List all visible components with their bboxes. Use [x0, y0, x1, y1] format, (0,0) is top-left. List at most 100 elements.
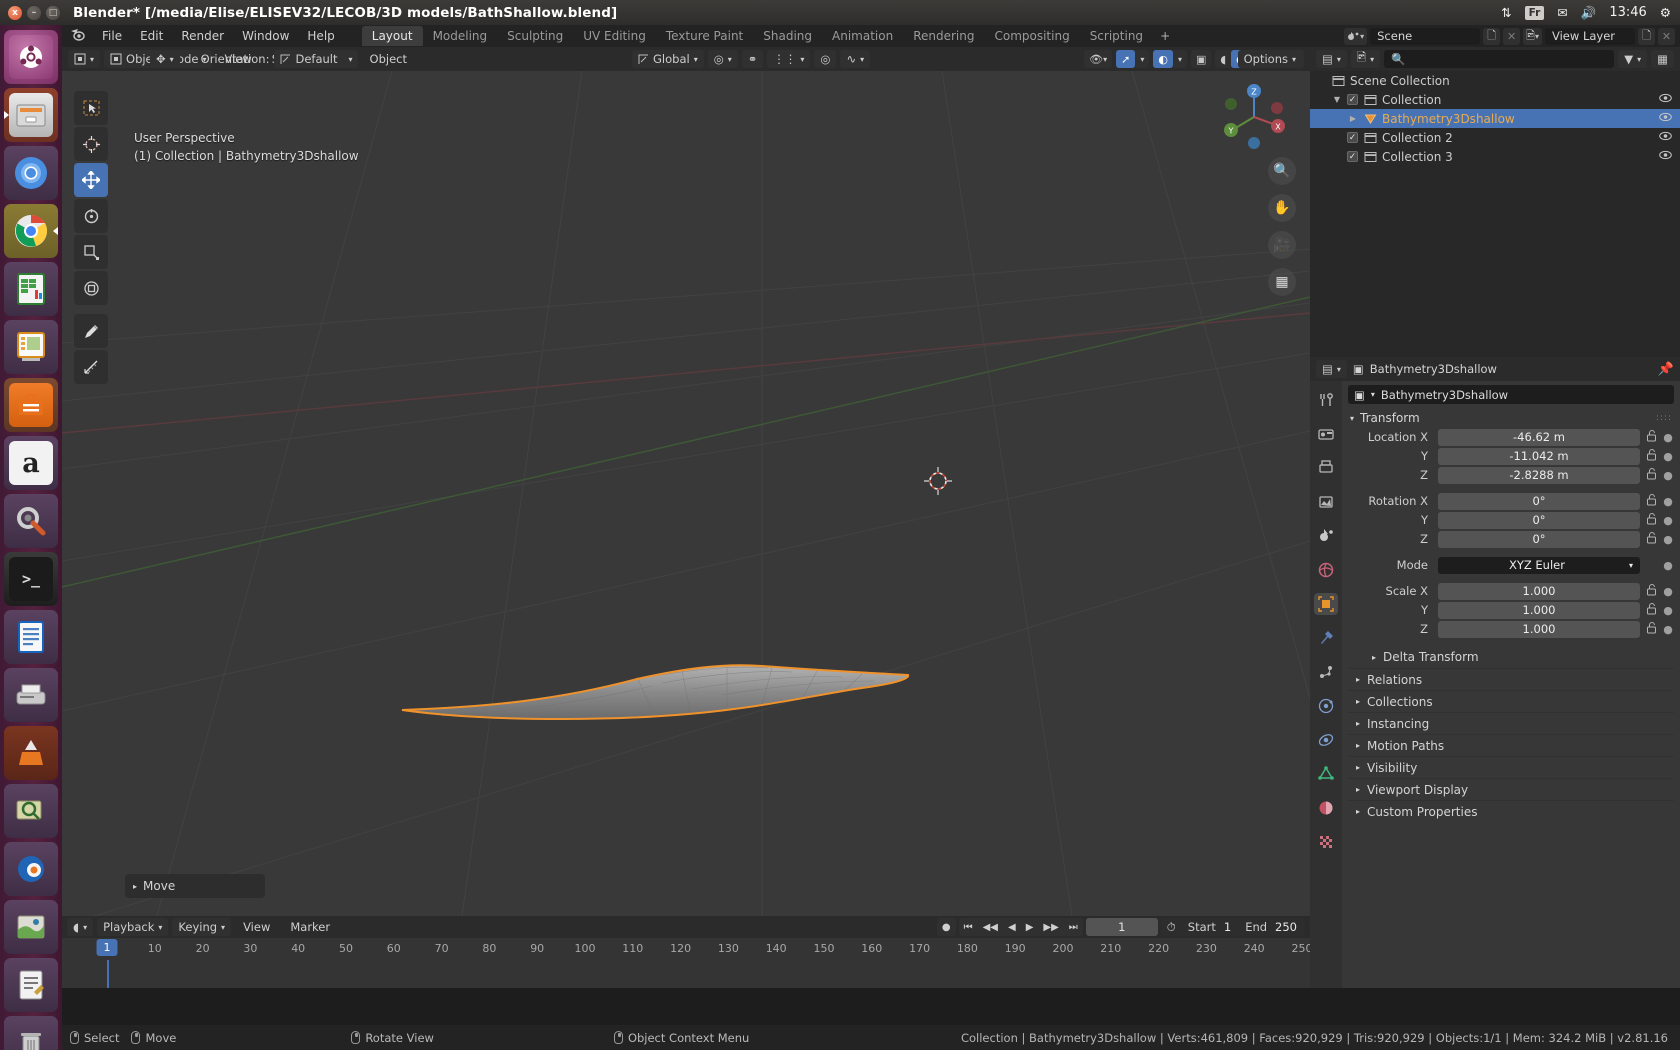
play-icon[interactable]: ▶ [1021, 922, 1039, 933]
overlays-toggle-group[interactable]: ◐ ▾ [1153, 50, 1187, 68]
play-reverse-icon[interactable]: ◀ [1003, 922, 1021, 933]
launcher-item-trash[interactable] [4, 1016, 58, 1050]
chevron-down-icon[interactable]: ▾ [1135, 50, 1149, 68]
animate-property-icon[interactable]: ● [1662, 431, 1674, 444]
maximize-window-button[interactable]: □ [46, 5, 60, 20]
mode-selector[interactable]: Object Mode ▾ [104, 50, 213, 68]
tab-tool[interactable] [1314, 389, 1338, 411]
keyboard-layout-indicator[interactable]: Fr [1524, 5, 1545, 20]
rotation-value-field[interactable]: 0° [1438, 530, 1640, 548]
animate-property-icon[interactable]: ● [1662, 559, 1674, 572]
editor-type-selector[interactable]: ▾ [68, 50, 101, 68]
rotation-value-field[interactable]: 0° [1438, 492, 1640, 510]
tool-rotate[interactable] [74, 199, 108, 233]
launcher-item-files[interactable] [4, 88, 58, 142]
viewport-menu-add[interactable]: Add [319, 50, 357, 68]
blender-logo-icon[interactable] [70, 27, 85, 45]
tab-sculpting[interactable]: Sculpting [497, 26, 573, 46]
tab-output[interactable] [1314, 457, 1338, 479]
properties-editor-type-selector[interactable]: ▤ ▾ [1316, 360, 1347, 378]
mail-icon[interactable]: ✉ [1557, 5, 1567, 20]
tab-render[interactable] [1314, 423, 1338, 445]
launcher-item-amazon[interactable]: a [4, 436, 58, 490]
menu-file[interactable]: File [93, 27, 131, 45]
lock-icon[interactable] [1644, 583, 1658, 599]
current-frame-field[interactable]: 1 [1085, 918, 1158, 936]
launcher-item-qgis[interactable] [4, 900, 58, 954]
shading-mode-group[interactable]: ◖ ● ◑ ◉ ▾ [1215, 50, 1304, 68]
tab-texture-paint[interactable]: Texture Paint [656, 26, 753, 46]
launcher-item-writer[interactable] [4, 610, 58, 664]
stopwatch-icon[interactable]: ⏱ [1161, 920, 1182, 935]
launcher-item-chromium[interactable] [4, 146, 58, 200]
panel-custom-properties[interactable]: ▸ Custom Properties [1348, 800, 1674, 822]
scene-name-field[interactable]: Scene [1370, 27, 1481, 45]
lock-icon[interactable] [1644, 467, 1658, 483]
tab-material[interactable] [1314, 797, 1338, 819]
menu-render[interactable]: Render [172, 27, 233, 45]
panel-collections[interactable]: ▸ Collections [1348, 690, 1674, 712]
view-layer-browse-icon[interactable]: 🖻 ▾ [1523, 27, 1542, 45]
outliner-row[interactable]: ▶ Bathymetry3Dshallow [1310, 109, 1680, 128]
timeline-playhead[interactable] [107, 960, 109, 988]
outliner-display-mode-selector[interactable]: 🖻 ▾ [1350, 50, 1381, 68]
timeline-menu-playback[interactable]: Playback ▾ [97, 918, 169, 936]
chevron-right-icon[interactable]: ▶ [1348, 114, 1358, 123]
outliner-filter-button[interactable]: ▼ ▾ [1618, 50, 1648, 68]
material-shading-icon[interactable]: ◑ [1251, 50, 1271, 68]
outliner-row[interactable]: ✓ Collection 3 [1310, 147, 1680, 166]
launcher-item-magnifier[interactable] [4, 784, 58, 838]
tab-constraint[interactable] [1314, 729, 1338, 751]
volume-icon[interactable]: 🔊 [1581, 5, 1597, 21]
eye-icon[interactable] [1659, 131, 1680, 144]
exclude-checkbox[interactable]: ✓ [1347, 132, 1358, 143]
tool-scale[interactable] [74, 235, 108, 269]
tab-animation[interactable]: Animation [822, 26, 903, 46]
menu-window[interactable]: Window [233, 27, 298, 45]
animate-property-icon[interactable]: ● [1662, 585, 1674, 598]
timeline-menu-view[interactable]: View [235, 918, 278, 936]
prev-keyframe-icon[interactable]: ◀◀ [978, 922, 1003, 933]
scale-value-field[interactable]: 1.000 [1438, 582, 1640, 600]
animate-property-icon[interactable]: ● [1662, 604, 1674, 617]
animate-property-icon[interactable]: ● [1662, 495, 1674, 508]
tab-modifier[interactable] [1314, 627, 1338, 649]
rotation-mode-dropdown[interactable]: XYZ Euler ▾ [1438, 556, 1640, 574]
lock-icon[interactable] [1644, 621, 1658, 637]
toggle-perspective-icon[interactable]: ▦ [1268, 268, 1296, 296]
location-value-field[interactable]: -2.8288 m [1438, 466, 1640, 484]
location-value-field[interactable]: -46.62 m [1438, 428, 1640, 446]
timeline-menu-keying[interactable]: Keying ▾ [172, 918, 232, 936]
tool-transform[interactable] [74, 271, 108, 305]
timeline-menu-marker[interactable]: Marker [282, 918, 338, 936]
launcher-item-impress[interactable] [4, 320, 58, 374]
menu-edit[interactable]: Edit [131, 27, 172, 45]
launcher-item-software[interactable] [4, 378, 58, 432]
launcher-item-system-settings[interactable] [4, 494, 58, 548]
timeline-body[interactable]: 10 20 30 40 50 60 70 80 90 100 110 120 130 140 150 160 1… [62, 938, 1313, 988]
outliner-editor-type-selector[interactable]: ▤ ▾ [1316, 50, 1347, 68]
panel-visibility[interactable]: ▸ Visibility [1348, 756, 1674, 778]
panel-motion-paths[interactable]: ▸ Motion Paths [1348, 734, 1674, 756]
eye-icon[interactable]: 👁 ▾ [1084, 50, 1112, 68]
lock-icon[interactable] [1644, 531, 1658, 547]
panel-instancing[interactable]: ▸ Instancing [1348, 712, 1674, 734]
animate-property-icon[interactable]: ● [1662, 469, 1674, 482]
tab-layout[interactable]: Layout [361, 26, 423, 46]
overlay-icon[interactable]: ◐ [1153, 50, 1173, 68]
panel-relations[interactable]: ▸ Relations [1348, 668, 1674, 690]
tool-move[interactable] [74, 163, 108, 197]
gizmo-icon[interactable]: ➚ [1116, 50, 1136, 68]
lock-icon[interactable] [1644, 602, 1658, 618]
viewport-menu-object[interactable]: Object [362, 50, 415, 68]
view-layer-name-field[interactable]: View Layer [1545, 27, 1635, 45]
object-name-field[interactable]: ▣ ▾ Bathymetry3Dshallow [1348, 385, 1674, 404]
timeline-editor-type-selector[interactable]: ◖ ▾ [67, 918, 94, 936]
tab-data[interactable] [1314, 763, 1338, 785]
xray-icon[interactable]: ▣ [1191, 50, 1211, 68]
delete-view-layer-button[interactable]: ✕ [1658, 27, 1675, 45]
location-value-field[interactable]: -11.042 m [1438, 447, 1640, 465]
tool-measure[interactable] [74, 350, 108, 384]
lock-icon[interactable] [1644, 429, 1658, 445]
tab-physics[interactable] [1314, 695, 1338, 717]
